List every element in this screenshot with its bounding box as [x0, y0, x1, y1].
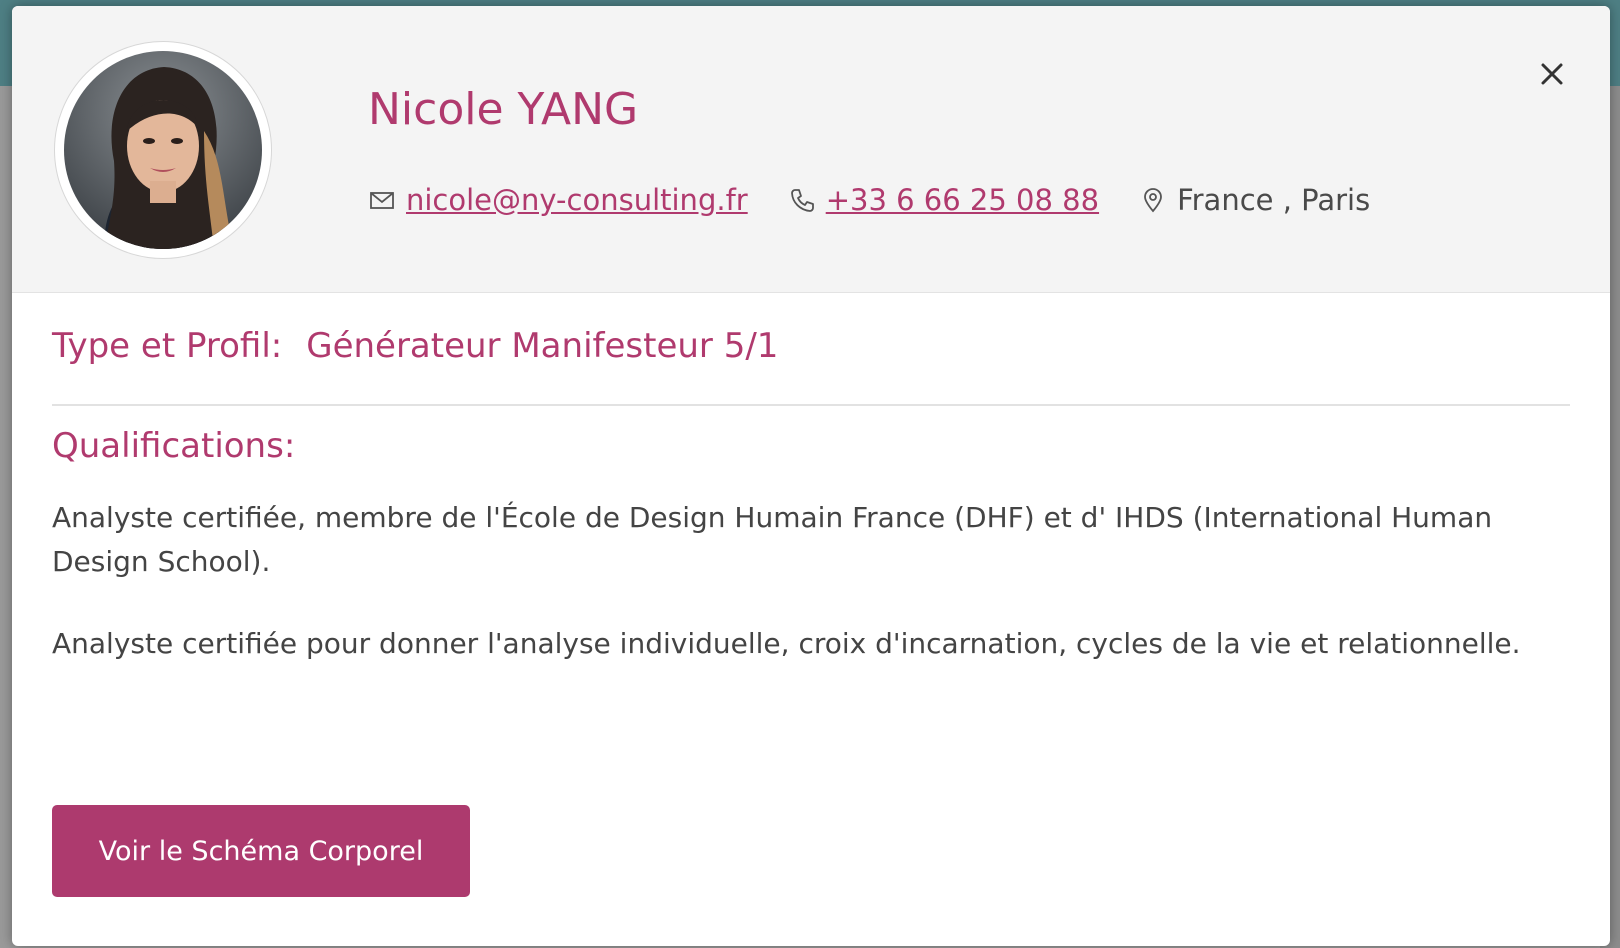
map-pin-icon: [1144, 188, 1162, 213]
profile-name: Nicole YANG: [368, 84, 639, 135]
phone-link[interactable]: +33 6 66 25 08 88: [826, 183, 1099, 217]
close-icon: [1541, 63, 1563, 85]
location-text: France , Paris: [1177, 183, 1371, 217]
profile-modal: Nicole YANG nicole@ny-consulting.fr +33 …: [12, 6, 1610, 946]
qualification-paragraph: Analyste certifiée pour donner l'analyse…: [52, 627, 1521, 660]
phone-item: +33 6 66 25 08 88: [788, 183, 1099, 217]
contact-row: nicole@ny-consulting.fr +33 6 66 25 08 8…: [368, 180, 1410, 220]
type-profile-section: Type et Profil: Générateur Manifesteur 5…: [52, 326, 1570, 406]
qualification-paragraph: Analyste certifiée, membre de l'École de…: [52, 501, 1493, 578]
type-profile-label: Type et Profil:: [52, 326, 283, 366]
email-item: nicole@ny-consulting.fr: [368, 183, 748, 217]
email-link[interactable]: nicole@ny-consulting.fr: [406, 183, 748, 217]
avatar-frame: [54, 41, 272, 259]
location-item: France , Paris: [1139, 183, 1370, 217]
qualifications-text: Analyste certifiée, membre de l'École de…: [52, 496, 1532, 704]
qualifications-heading: Qualifications:: [52, 426, 296, 466]
close-button[interactable]: [1534, 56, 1570, 92]
view-body-chart-button[interactable]: Voir le Schéma Corporel: [52, 805, 470, 897]
envelope-icon: [370, 192, 394, 209]
phone-icon: [790, 189, 814, 212]
avatar: [64, 51, 262, 249]
modal-header: Nicole YANG nicole@ny-consulting.fr +33 …: [12, 6, 1610, 293]
type-profile-value: Générateur Manifesteur 5/1: [306, 326, 779, 366]
